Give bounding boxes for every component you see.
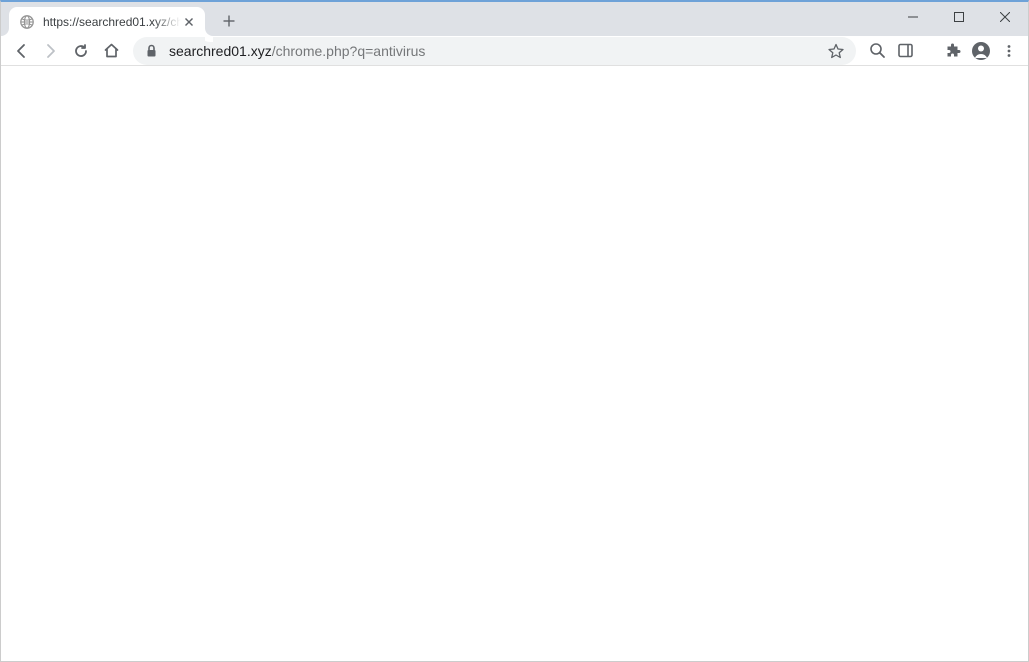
reload-button[interactable] [67, 37, 95, 65]
reading-list-icon [897, 42, 914, 59]
titlebar: https://searchred01.xyz/chrome.php?q=ant… [1, 2, 1028, 36]
url-path: /chrome.php?q=antivirus [272, 43, 426, 59]
new-tab-button[interactable] [215, 7, 243, 35]
minimize-icon [908, 12, 918, 22]
window-controls [890, 2, 1028, 32]
zoom-button[interactable] [864, 37, 890, 65]
url-host: searchred01.xyz [169, 43, 272, 59]
site-info-button[interactable] [143, 43, 159, 59]
tab-title: https://searchred01.xyz/chrome.php?q=ant… [43, 15, 181, 29]
extensions-button[interactable] [940, 37, 966, 65]
address-bar[interactable]: searchred01.xyz/chrome.php?q=antivirus [133, 37, 856, 65]
toolbar-right [864, 37, 1022, 65]
home-button[interactable] [97, 37, 125, 65]
close-icon [1000, 12, 1010, 22]
back-button[interactable] [7, 37, 35, 65]
reading-list-button[interactable] [892, 37, 918, 65]
forward-button[interactable] [37, 37, 65, 65]
tab-strip: https://searchred01.xyz/chrome.php?q=ant… [1, 2, 243, 36]
forward-arrow-icon [43, 43, 59, 59]
close-window-button[interactable] [982, 2, 1028, 32]
search-icon [869, 42, 886, 59]
menu-button[interactable] [996, 37, 1022, 65]
close-tab-button[interactable] [181, 14, 197, 30]
star-icon [828, 43, 844, 59]
back-arrow-icon [13, 43, 29, 59]
plus-icon [223, 15, 235, 27]
profile-button[interactable] [968, 37, 994, 65]
bookmark-button[interactable] [826, 41, 846, 61]
menu-icon [1002, 44, 1016, 58]
browser-tab[interactable]: https://searchred01.xyz/chrome.php?q=ant… [9, 7, 205, 36]
toolbar: searchred01.xyz/chrome.php?q=antivirus [1, 36, 1028, 66]
maximize-icon [954, 12, 964, 22]
page-content [1, 66, 1028, 661]
url-text[interactable]: searchred01.xyz/chrome.php?q=antivirus [169, 43, 822, 59]
extension-icon [945, 43, 961, 59]
lock-icon [145, 44, 158, 57]
globe-icon [19, 14, 35, 30]
profile-icon [971, 41, 991, 61]
maximize-button[interactable] [936, 2, 982, 32]
home-icon [103, 42, 120, 59]
reload-icon [73, 43, 89, 59]
minimize-button[interactable] [890, 2, 936, 32]
close-icon [185, 18, 193, 26]
